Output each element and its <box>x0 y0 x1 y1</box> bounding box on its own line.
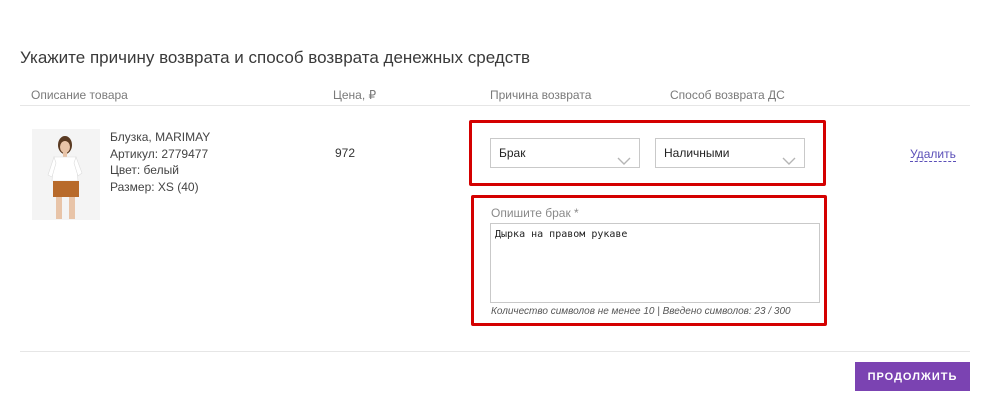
product-name: Блузка, MARIMAY <box>110 130 211 144</box>
product-image <box>32 129 100 220</box>
column-header-description: Описание товара <box>31 88 128 102</box>
defect-description-textarea[interactable]: Дырка на правом рукаве <box>490 223 820 303</box>
column-header-price: Цена, ₽ <box>333 88 377 102</box>
product-price: 972 <box>335 146 356 160</box>
column-header-method: Способ возврата ДС <box>670 88 785 102</box>
product-size: Размер: XS (40) <box>110 179 199 194</box>
product-article: Артикул: 2779477 <box>110 146 209 161</box>
table-header-divider <box>20 105 970 106</box>
refund-method-value: Наличными <box>664 146 730 160</box>
column-header-reason: Причина возврата <box>490 88 592 102</box>
defect-description-label: Опишите брак * <box>491 206 579 220</box>
return-reason-select[interactable]: Брак <box>490 138 640 168</box>
table-footer-divider <box>20 351 970 352</box>
return-reason-value: Брак <box>499 146 526 160</box>
character-counter: Количество символов не менее 10 | Введен… <box>491 306 791 317</box>
page-title: Укажите причину возврата и способ возвра… <box>20 48 531 67</box>
continue-button[interactable]: ПРОДОЛЖИТЬ <box>855 362 970 391</box>
chevron-down-icon <box>617 148 631 165</box>
chevron-down-icon <box>782 148 796 165</box>
refund-method-select[interactable]: Наличными <box>655 138 805 168</box>
product-info: Блузка, MARIMAY Артикул: 2779477 Цвет: б… <box>110 129 210 195</box>
product-color: Цвет: белый <box>110 163 179 177</box>
delete-item-link[interactable]: Удалить <box>910 147 956 162</box>
